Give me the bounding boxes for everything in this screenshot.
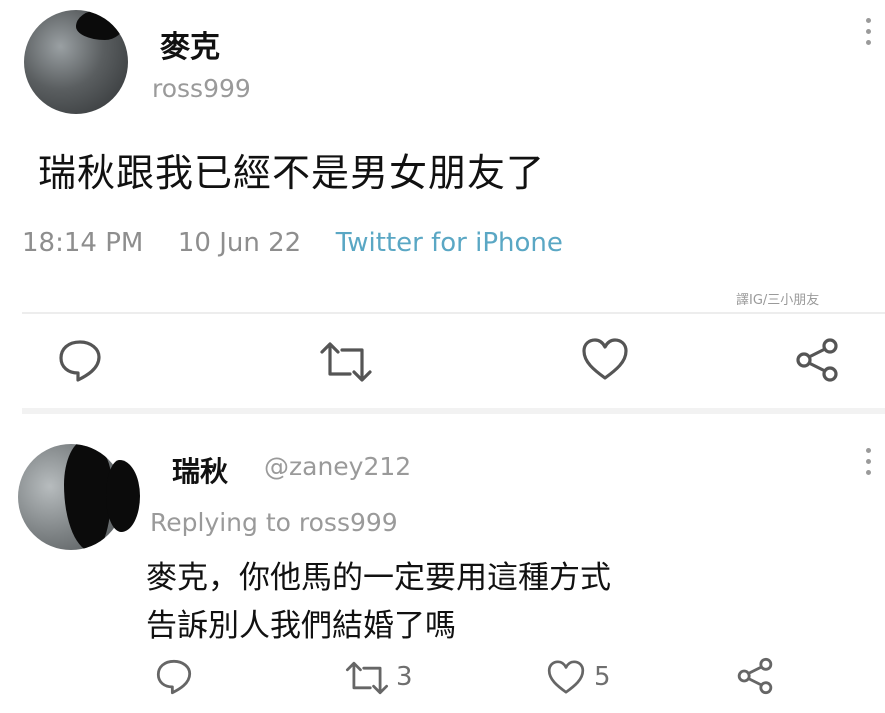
divider-top (22, 312, 885, 314)
tweet-text: 瑞秋跟我已經不是男女朋友了 (38, 151, 546, 195)
tweet-date: 10 Jun 22 (177, 228, 302, 258)
reply-like-count: 5 (594, 662, 611, 692)
reply-retweet-count: 3 (396, 662, 413, 692)
reply-heart-icon[interactable] (546, 658, 586, 696)
reply-comment-icon[interactable] (154, 658, 194, 696)
more-options-icon[interactable] (866, 18, 871, 51)
retweet-icon[interactable] (318, 340, 374, 384)
reply-text-line-2: 告訴別人我們結婚了嗎 (146, 608, 456, 644)
avatar-redaction (64, 444, 112, 550)
divider-bottom (22, 408, 885, 414)
author-avatar[interactable] (24, 10, 128, 114)
avatar-redaction-edge (106, 460, 140, 532)
tweet-source[interactable]: Twitter for iPhone (336, 228, 563, 258)
reply-retweet-icon[interactable] (344, 660, 390, 696)
watermark: 譯IG/三小朋友 (736, 293, 820, 308)
comment-icon[interactable] (56, 338, 104, 384)
reply-more-options-icon[interactable] (866, 448, 871, 481)
reply-share-icon[interactable] (734, 656, 776, 696)
share-icon[interactable] (792, 336, 842, 384)
author-name[interactable]: 麥克 (160, 22, 220, 66)
replying-to[interactable]: Replying to ross999 (150, 508, 398, 537)
author-handle[interactable]: ross999 (152, 74, 251, 103)
tweet-time: 18:14 PM (22, 228, 144, 258)
tweet-meta: 18:14 PM 10 Jun 22 Twitter for iPhone (22, 228, 563, 258)
avatar-redaction (76, 10, 124, 40)
reply-author-handle[interactable]: @zaney212 (264, 452, 411, 481)
reply-author-name[interactable]: 瑞秋 (172, 450, 228, 490)
heart-icon[interactable] (580, 336, 630, 382)
reply-text-line-1: 麥克，你他馬的一定要用這種方式 (146, 560, 611, 596)
